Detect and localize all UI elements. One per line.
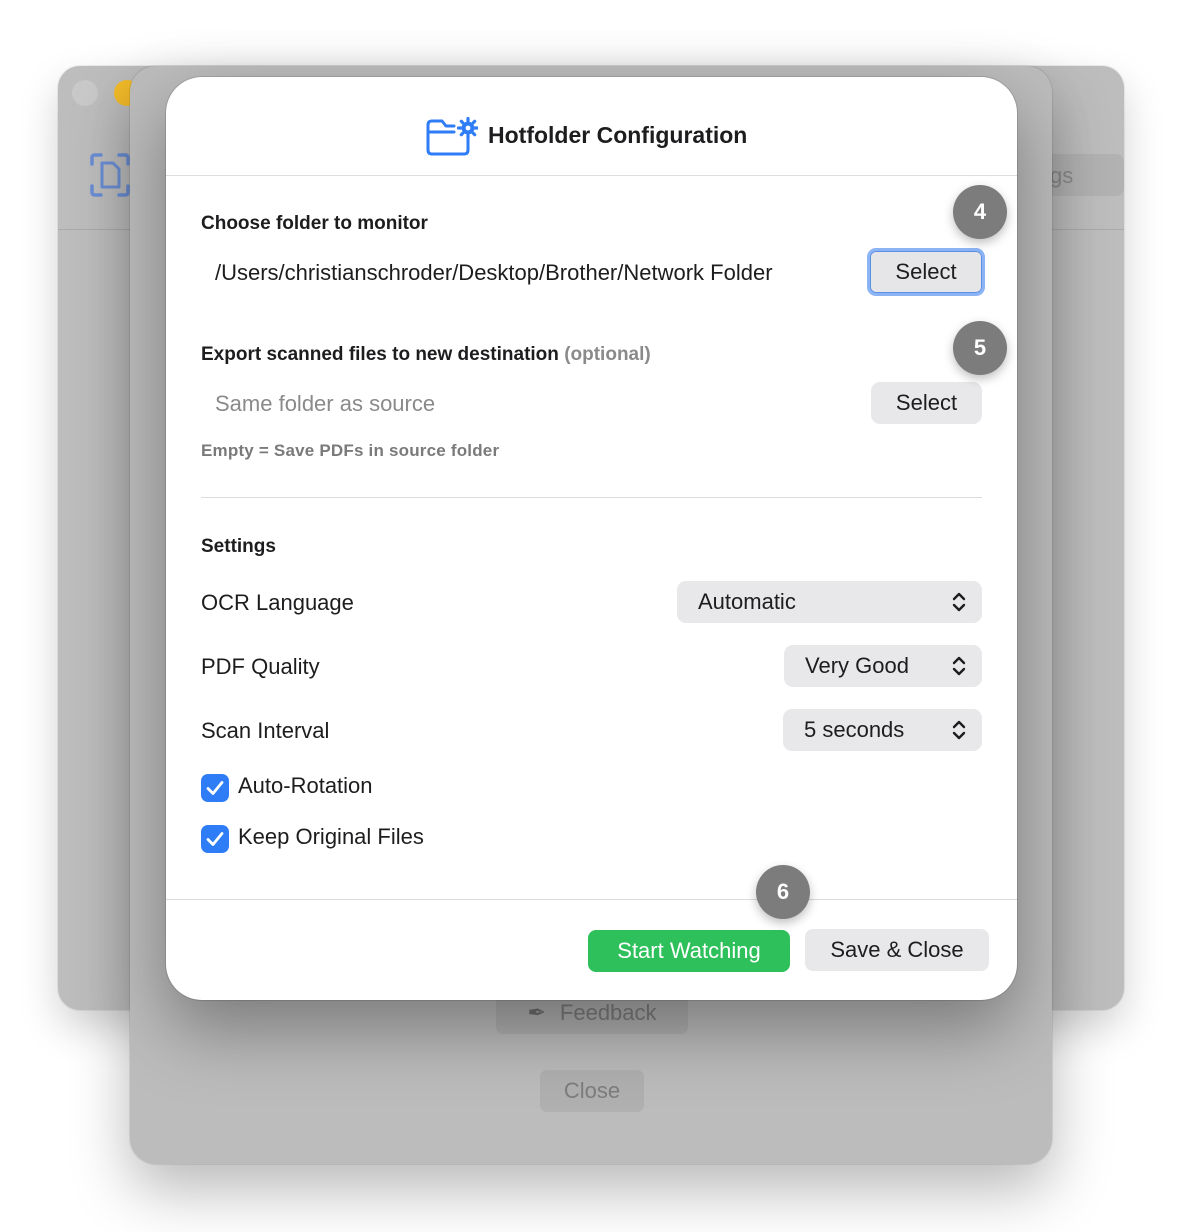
ocr-language-label: OCR Language xyxy=(201,590,354,615)
scan-interval-label: Scan Interval xyxy=(201,718,330,743)
export-destination-label: Export scanned files to new destination … xyxy=(201,344,651,366)
settings-heading: Settings xyxy=(201,536,276,557)
chevron-up-down-icon xyxy=(952,720,966,740)
optional-tag: (optional) xyxy=(564,344,651,365)
dialog-header: Hotfolder Configuration xyxy=(166,77,1017,176)
auto-rotation-label: Auto-Rotation xyxy=(238,773,373,798)
select-export-folder-button[interactable]: Select xyxy=(871,382,982,424)
pdf-quality-popup[interactable]: Very Good xyxy=(784,645,982,687)
checkmark-icon xyxy=(206,832,224,846)
footer-divider xyxy=(166,899,1017,900)
auto-rotation-checkbox[interactable] xyxy=(201,774,229,802)
select-monitor-folder-button[interactable]: Select xyxy=(867,248,985,296)
export-destination-placeholder: Same folder as source xyxy=(215,391,436,416)
hotfolder-dialog: Hotfolder Configuration Choose folder to… xyxy=(166,77,1017,1000)
section-divider xyxy=(201,497,982,498)
export-hint: Empty = Save PDFs in source folder xyxy=(201,441,500,460)
pdf-quality-value: Very Good xyxy=(805,653,909,678)
keep-original-label: Keep Original Files xyxy=(238,824,424,849)
ocr-language-popup[interactable]: Automatic xyxy=(677,581,982,623)
dialog-title: Hotfolder Configuration xyxy=(488,122,748,148)
export-destination-label-text: Export scanned files to new destination xyxy=(201,344,559,365)
background-tab-label: gs xyxy=(1050,163,1074,188)
checkmark-icon xyxy=(206,781,224,795)
start-watching-button[interactable]: Start Watching xyxy=(588,930,790,972)
step-marker-5: 5 xyxy=(953,321,1007,375)
chevron-up-down-icon xyxy=(952,592,966,612)
step-marker-6: 6 xyxy=(756,865,810,919)
save-close-button[interactable]: Save & Close xyxy=(805,929,989,971)
pdf-quality-label: PDF Quality xyxy=(201,654,320,679)
document-scan-icon xyxy=(90,153,130,197)
sheet-close-button[interactable]: Close xyxy=(540,1070,644,1112)
chevron-up-down-icon xyxy=(952,656,966,676)
monitor-folder-label: Choose folder to monitor xyxy=(201,213,428,234)
close-window-button[interactable] xyxy=(72,80,98,106)
folder-gear-icon xyxy=(426,117,478,156)
scan-interval-value: 5 seconds xyxy=(804,717,905,742)
scan-interval-popup[interactable]: 5 seconds xyxy=(783,709,982,751)
feedback-label: Feedback xyxy=(559,1000,657,1025)
keep-original-checkbox[interactable] xyxy=(201,825,229,853)
monitor-folder-path: /Users/christianschroder/Desktop/Brother… xyxy=(215,260,773,285)
ocr-language-value: Automatic xyxy=(698,589,796,614)
step-marker-4: 4 xyxy=(953,185,1007,239)
